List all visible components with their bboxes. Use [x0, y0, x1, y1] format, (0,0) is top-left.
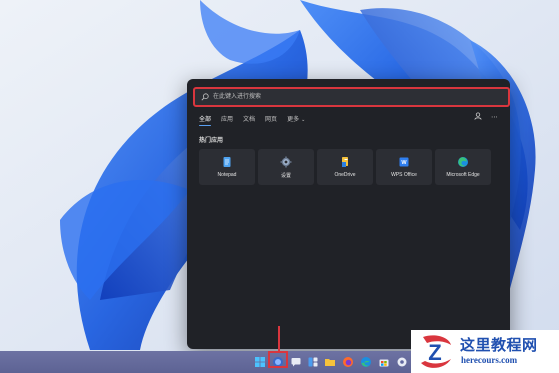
windows-start-icon[interactable]	[254, 356, 266, 368]
chat-icon[interactable]	[290, 356, 302, 368]
onedrive-icon	[342, 157, 348, 167]
annotation-line	[278, 326, 280, 351]
tab-more-label: 更多	[287, 117, 300, 123]
file-explorer-icon[interactable]	[324, 356, 336, 368]
tab-web[interactable]: 网页	[265, 114, 277, 123]
app-label: WPS Office	[391, 172, 417, 178]
app-tile-wps-office[interactable]: W WPS Office	[376, 149, 432, 185]
panel-actions: ⋯	[474, 112, 498, 122]
edge-icon[interactable]	[360, 356, 372, 368]
app-tile-microsoft-edge[interactable]: Microsoft Edge	[435, 149, 491, 185]
more-options-icon[interactable]: ⋯	[491, 113, 498, 121]
app-tile-settings[interactable]: 设置	[258, 149, 314, 185]
app-label: 设置	[280, 172, 291, 179]
app-label: OneDrive	[334, 172, 356, 178]
svg-text:W: W	[401, 160, 407, 166]
top-apps-grid: Notepad 设置 OneDrive W WPS Office Microso…	[199, 149, 491, 185]
section-title: 热门应用	[199, 138, 224, 144]
svg-text:Z: Z	[428, 340, 441, 365]
tab-apps[interactable]: 应用	[221, 114, 233, 123]
search-filter-tabs: 全部 应用 文档 网页 更多 ⌄	[199, 114, 305, 126]
watermark: Z 这里教程网 herecours.com	[411, 330, 559, 373]
tab-all[interactable]: 全部	[199, 114, 212, 126]
app-tile-notepad[interactable]: Notepad	[199, 149, 255, 185]
search-icon	[201, 93, 209, 101]
watermark-url: herecours.com	[461, 355, 518, 365]
store-icon[interactable]	[378, 356, 390, 368]
search-panel: 全部 应用 文档 网页 更多⌄ ⋯ 热门应用 Notepad	[187, 79, 510, 349]
chevron-down-icon: ⌄	[301, 117, 306, 123]
firefox-icon[interactable]	[342, 356, 354, 368]
app-tile-onedrive[interactable]: OneDrive	[317, 149, 373, 185]
watermark-logo-icon: Z	[421, 335, 451, 368]
tab-more[interactable]: 更多 ⌄	[287, 114, 305, 123]
annotation-highlight-box	[268, 351, 288, 368]
app-label: Microsoft Edge	[446, 172, 480, 178]
notepad-icon	[223, 157, 231, 167]
widgets-icon[interactable]	[307, 356, 319, 368]
wps-office-icon: W	[399, 157, 409, 167]
tab-documents[interactable]: 文档	[243, 114, 255, 123]
settings-icon[interactable]	[396, 356, 408, 368]
settings-gear-icon	[280, 156, 292, 167]
edge-icon	[458, 157, 468, 167]
app-label: Notepad	[217, 172, 237, 178]
watermark-title: 这里教程网	[460, 337, 538, 354]
search-box[interactable]	[193, 87, 510, 107]
account-icon[interactable]	[474, 112, 482, 122]
search-input[interactable]	[213, 90, 493, 104]
